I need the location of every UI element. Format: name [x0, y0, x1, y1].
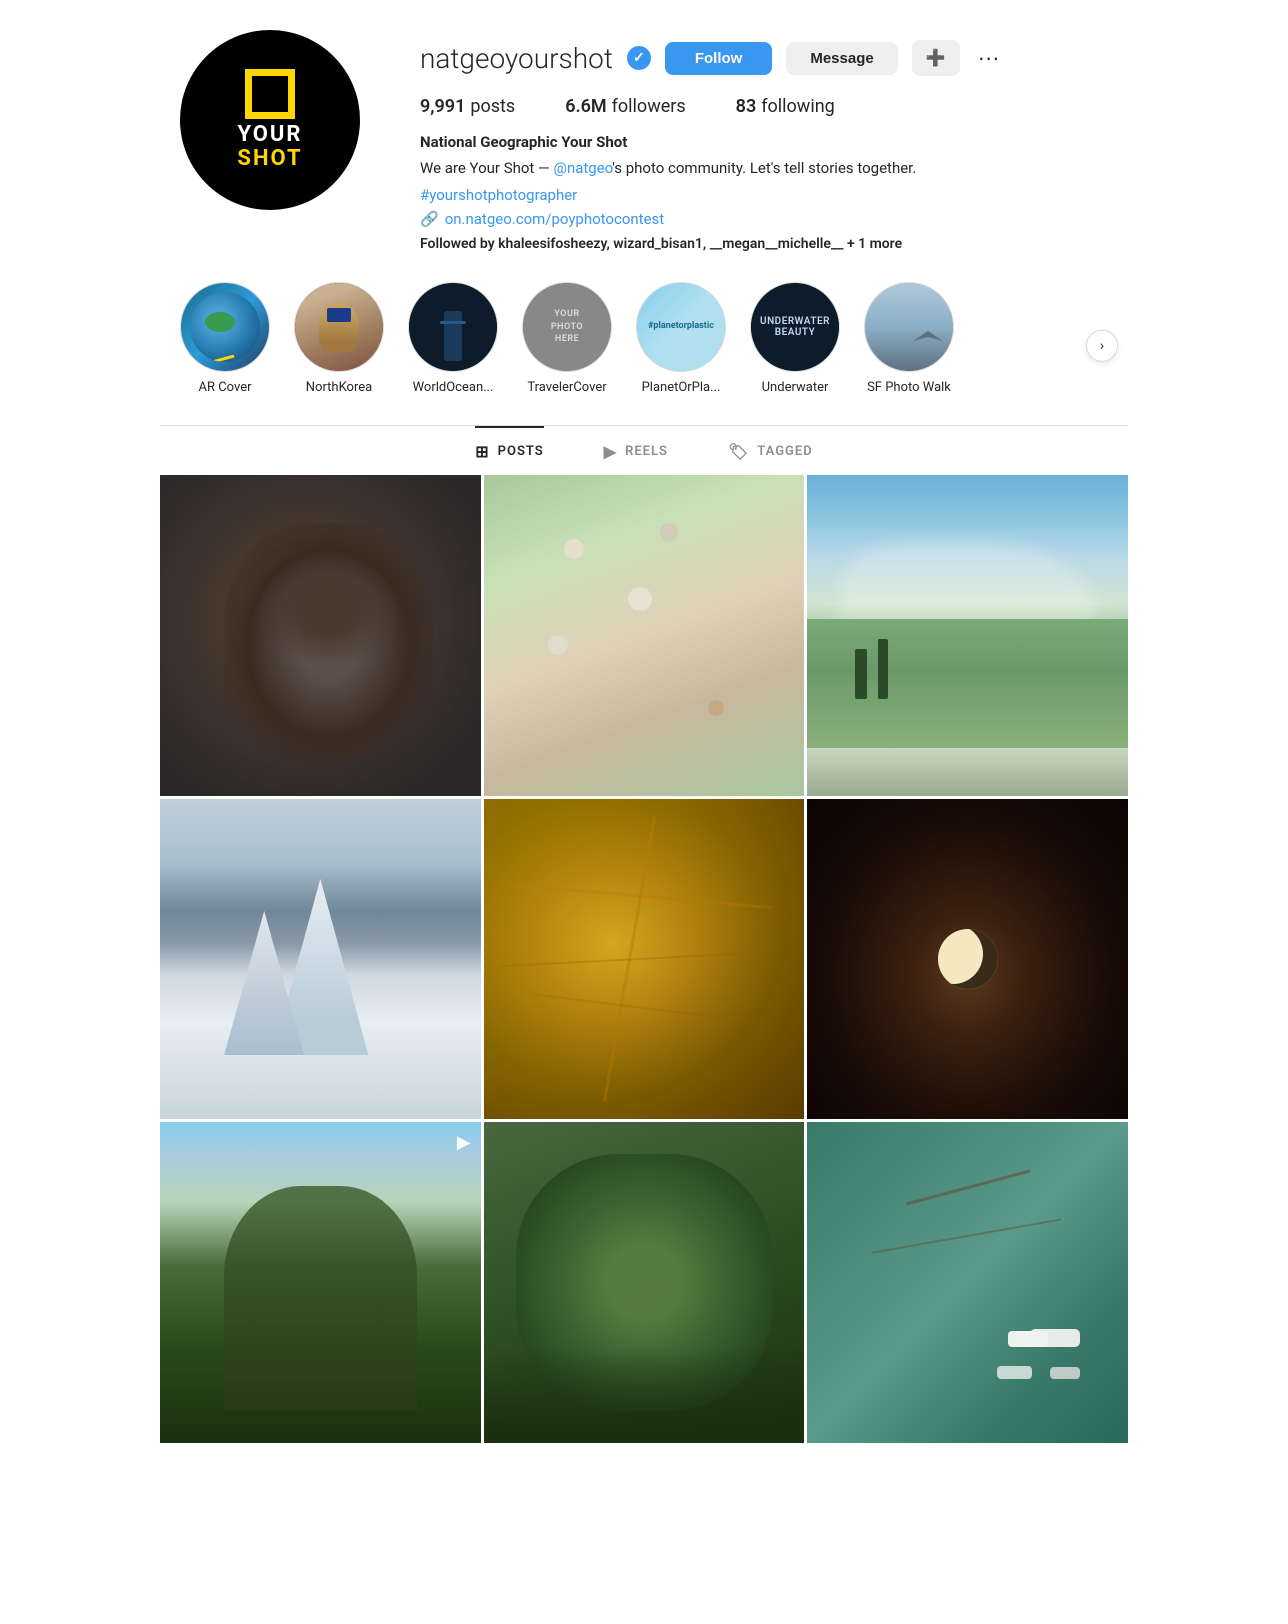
tab-posts-label: POSTS	[498, 444, 544, 459]
posts-icon: ⊞	[475, 442, 489, 461]
photo-grid: ▶	[160, 475, 1128, 1443]
video-play-icon: ▶	[457, 1132, 471, 1153]
profile-header: YOUR SHOT natgeoyourshot ✓ Follow Messag…	[160, 0, 1128, 272]
highlight-ar-label: AR Cover	[198, 380, 251, 395]
tab-posts[interactable]: ⊞ POSTS	[475, 426, 543, 475]
tab-tagged[interactable]: 🏷 TAGGED	[728, 426, 813, 475]
tab-reels[interactable]: ▶ REELS	[604, 426, 668, 475]
highlights-next-button[interactable]: ›	[1086, 329, 1118, 361]
highlight-northkorea[interactable]: NorthKorea	[294, 282, 384, 395]
username-row: natgeoyourshot ✓ Follow Message ➕ ···	[420, 40, 1108, 76]
followed-by-more[interactable]: + 1 more	[847, 236, 902, 252]
photo-1-bear[interactable]	[160, 475, 481, 796]
follow-button[interactable]: Follow	[665, 42, 773, 75]
following-stat[interactable]: 83 following	[736, 96, 835, 117]
more-button[interactable]: ···	[974, 45, 1004, 71]
photo-2-flowers[interactable]	[484, 475, 805, 796]
add-person-button[interactable]: ➕	[912, 40, 960, 76]
avatar-text-your: YOUR	[237, 123, 302, 147]
followers-stat[interactable]: 6.6M followers	[565, 96, 685, 117]
followed-user-2[interactable]: wizard_bisan1	[613, 236, 703, 252]
website-url: on.natgeo.com/poyphotocontest	[445, 210, 665, 228]
followers-count: 6.6M	[565, 96, 606, 117]
avatar: YOUR SHOT	[180, 30, 360, 210]
photo-6-eclipse[interactable]	[807, 799, 1128, 1120]
posts-count: 9,991	[420, 96, 465, 117]
bio-natgeo-link[interactable]: @natgeo	[553, 159, 612, 177]
highlight-planetorplastic[interactable]: #planetorplastic PlanetOrPla...	[636, 282, 726, 395]
followed-by-prefix: Followed by	[420, 236, 498, 252]
photo-9-aerial[interactable]	[807, 1122, 1128, 1443]
highlight-sf-label: SF Photo Walk	[867, 380, 951, 395]
profile-website-link[interactable]: 🔗 on.natgeo.com/poyphotocontest	[420, 210, 1108, 228]
bio-hashtag-link[interactable]: #yourshotphotographer	[420, 186, 577, 204]
highlight-underwater-label: Underwater	[762, 380, 829, 395]
photo-8-forest[interactable]	[484, 1122, 805, 1443]
message-button[interactable]: Message	[786, 42, 897, 75]
highlight-nk-label: NorthKorea	[306, 380, 372, 395]
posts-label: posts	[470, 96, 515, 117]
bio-text-1: We are Your Shot —	[420, 159, 553, 177]
stats-row: 9,991 posts 6.6M followers 83 following	[420, 96, 1108, 117]
photo-7-trees[interactable]: ▶	[160, 1122, 481, 1443]
followers-label: followers	[612, 96, 686, 117]
verified-badge: ✓	[627, 46, 651, 70]
highlight-underwater[interactable]: UNDERWATERBEAUTY Underwater	[750, 282, 840, 395]
profile-display-name: National Geographic Your Shot	[420, 133, 1108, 151]
highlight-traveler-label: TravelerCover	[527, 380, 606, 395]
followed-user-1[interactable]: khaleesifosheezy	[498, 236, 606, 252]
profile-info: natgeoyourshot ✓ Follow Message ➕ ··· 9,…	[420, 30, 1108, 252]
tabs-section: ⊞ POSTS ▶ REELS 🏷 TAGGED	[160, 425, 1128, 475]
reels-icon: ▶	[604, 442, 617, 461]
following-label: following	[761, 96, 835, 117]
posts-stat[interactable]: 9,991 posts	[420, 96, 515, 117]
followed-user-3[interactable]: __megan__michelle__	[710, 236, 844, 252]
username: natgeoyourshot	[420, 42, 613, 75]
link-icon: 🔗	[420, 210, 439, 228]
highlight-ar-cover[interactable]: AR Cover	[180, 282, 270, 395]
followed-by-users: khaleesifosheezy, wizard_bisan1, __megan…	[498, 236, 843, 252]
tab-tagged-label: TAGGED	[757, 444, 812, 459]
photo-5-leaf[interactable]	[484, 799, 805, 1120]
highlight-worldocean[interactable]: WorldOcean...	[408, 282, 498, 395]
profile-bio: We are Your Shot — @natgeo's photo commu…	[420, 157, 1108, 180]
tagged-icon: 🏷	[728, 442, 749, 461]
photo-3-mountain[interactable]	[807, 475, 1128, 796]
highlights-row: AR Cover NorthKorea WorldOcean..	[180, 282, 1108, 405]
profile-hashtag: #yourshotphotographer	[420, 184, 1108, 207]
bio-text-2: 's photo community. Let's tell stories t…	[612, 159, 916, 177]
tab-reels-label: REELS	[625, 444, 668, 459]
highlight-ocean-label: WorldOcean...	[413, 380, 494, 395]
highlight-travelercover[interactable]: YOUR PHOTO HERE TravelerCover	[522, 282, 612, 395]
highlights-section: AR Cover NorthKorea WorldOcean..	[160, 272, 1128, 425]
avatar-text-shot: SHOT	[237, 147, 302, 171]
following-count: 83	[736, 96, 757, 117]
followed-by: Followed by khaleesifosheezy, wizard_bis…	[420, 236, 1108, 252]
highlight-sfphotowalk[interactable]: SF Photo Walk	[864, 282, 954, 395]
highlight-planet-label: PlanetOrPla...	[642, 380, 721, 395]
photo-4-snowmtn[interactable]	[160, 799, 481, 1120]
